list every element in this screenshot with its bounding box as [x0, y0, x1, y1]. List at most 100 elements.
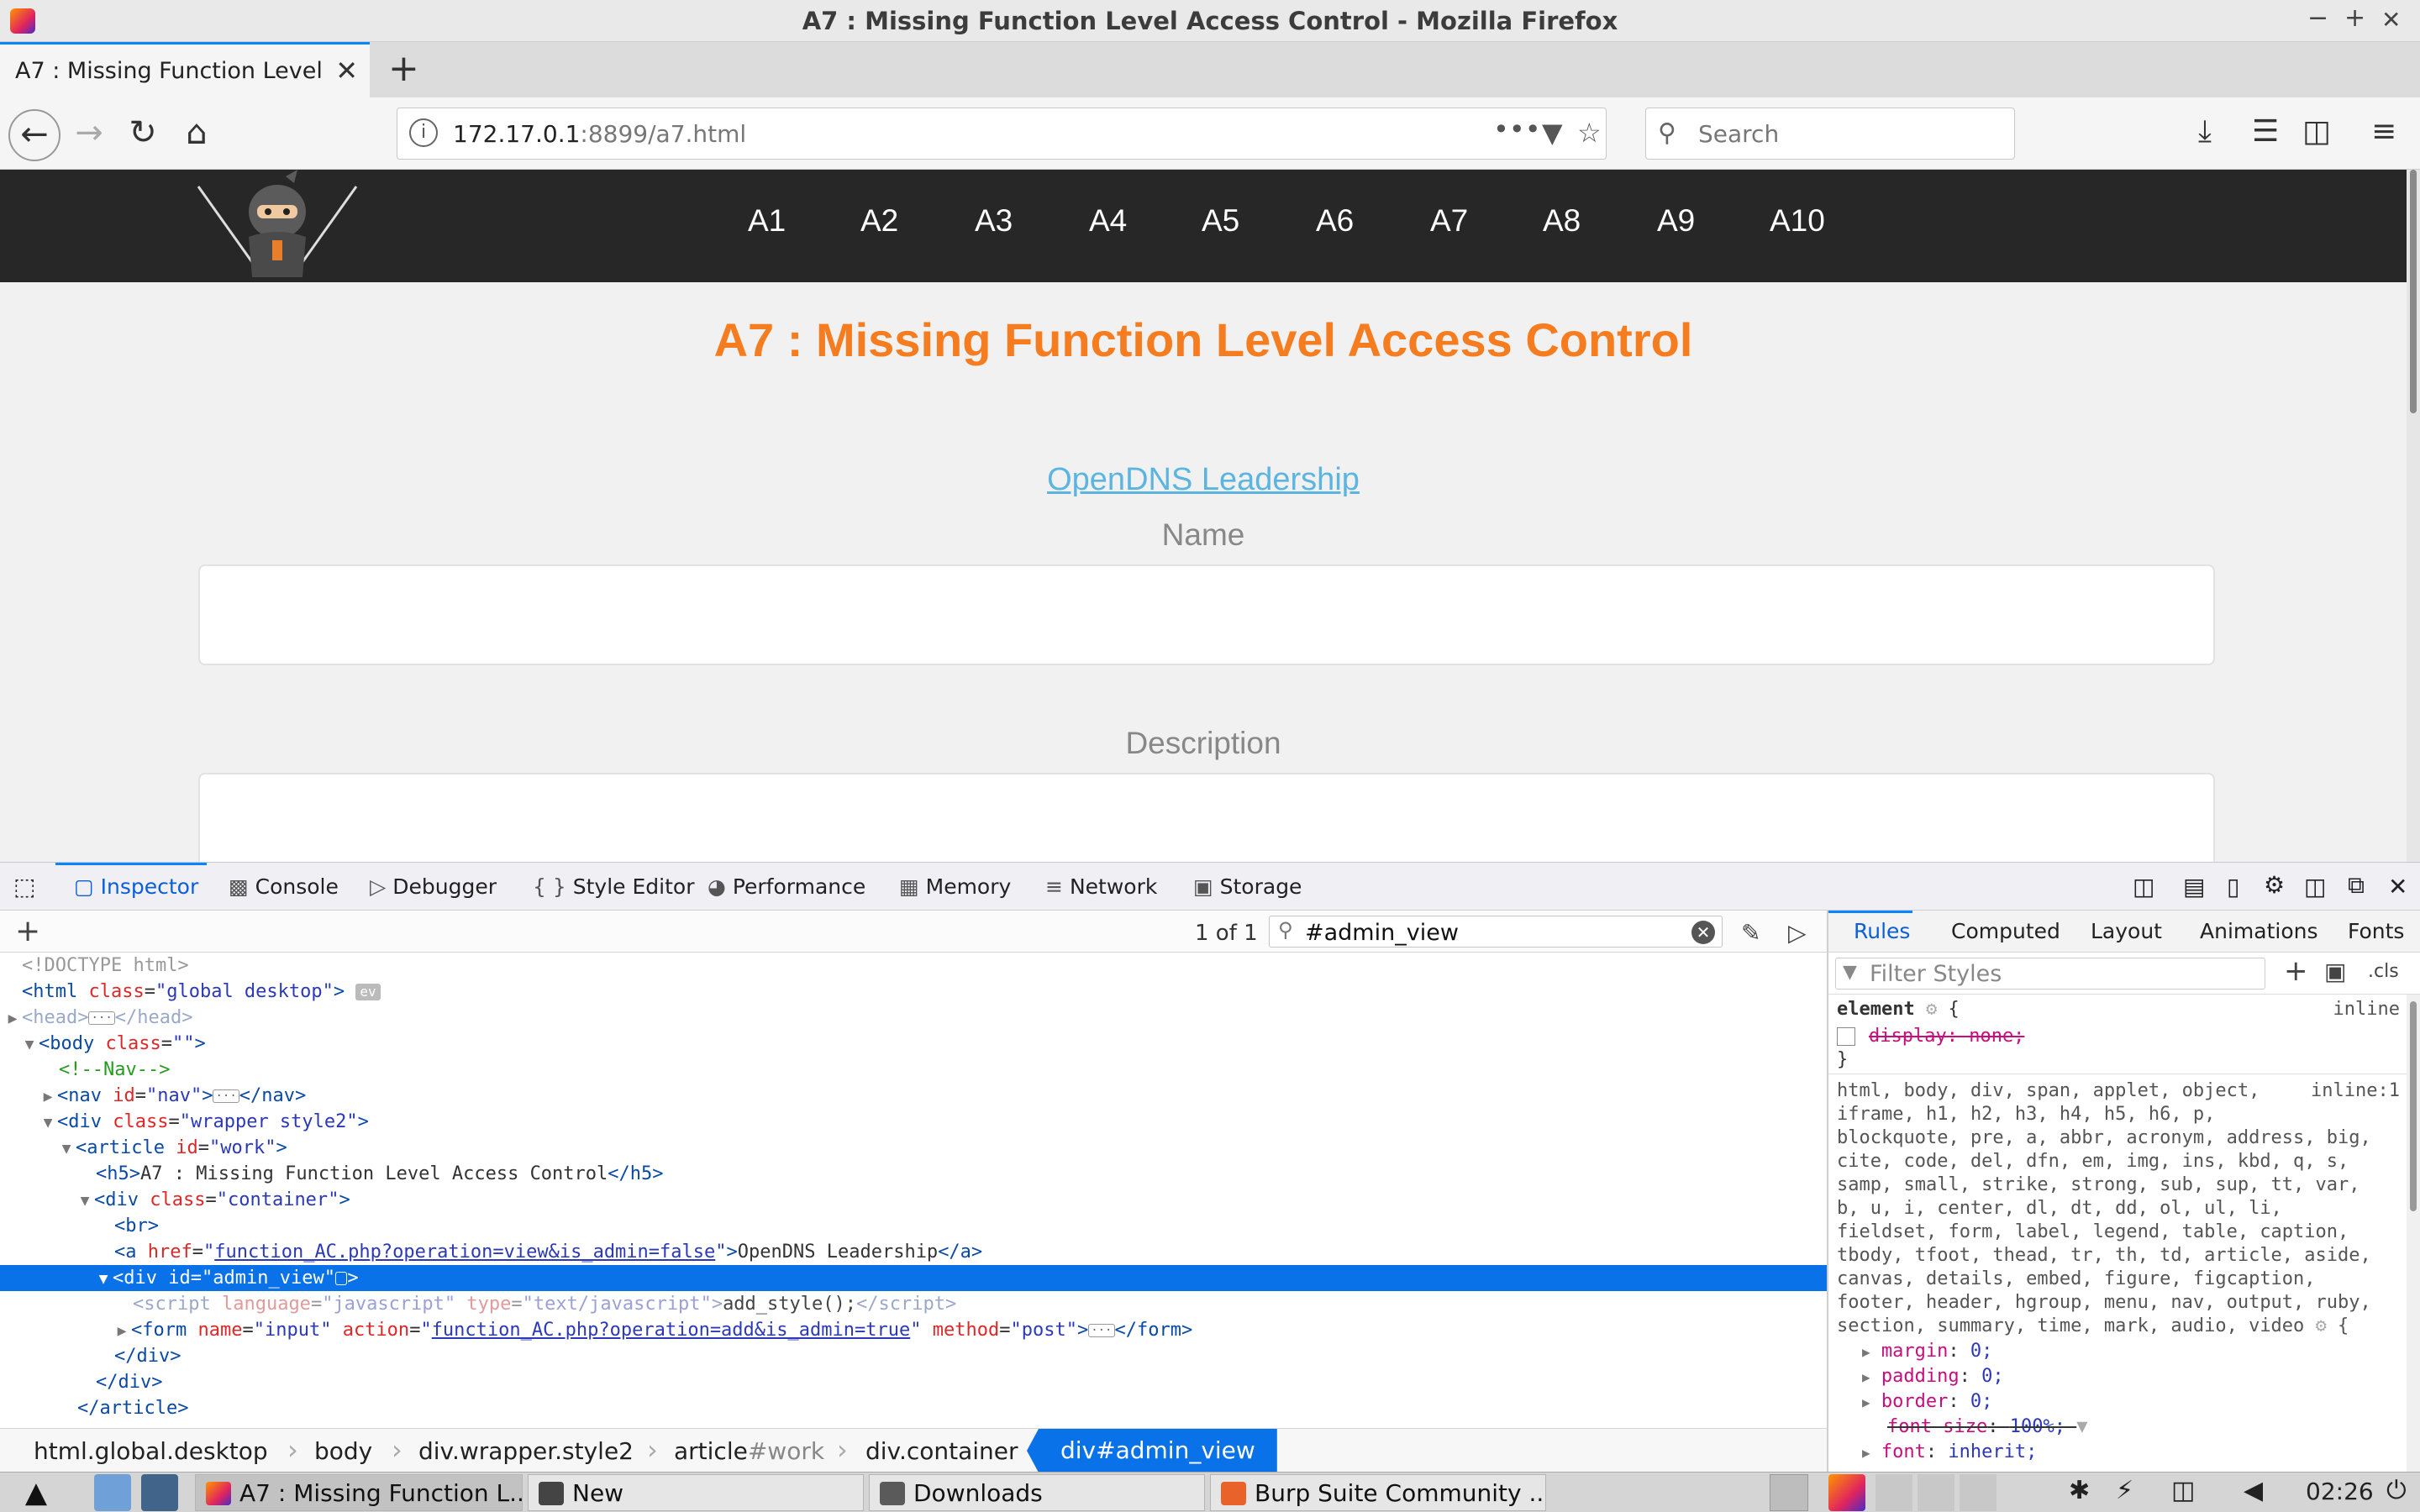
eyedropper-icon[interactable]: ✎ — [1741, 919, 1760, 947]
nav-link-a6[interactable]: A6 — [1316, 203, 1354, 239]
file-manager-launcher-icon[interactable] — [94, 1474, 131, 1511]
tab-console[interactable]: ▩ Console — [229, 874, 339, 899]
site-info-icon[interactable]: i — [409, 118, 438, 147]
tab-rules[interactable]: Rules — [1854, 919, 1910, 943]
markup-node-div-close[interactable]: </div> — [0, 1343, 1827, 1369]
expand-toggle-icon[interactable]: ▶ — [113, 1318, 131, 1344]
markup-node-body[interactable]: ▼ <body class=""> — [0, 1031, 1827, 1057]
power-icon[interactable]: ⏻ — [2386, 1476, 2407, 1505]
rule-source[interactable]: inline:1 — [2307, 1079, 2400, 1103]
markup-node-admin-view-selected[interactable]: ▼ <div id="admin_view" > — [0, 1265, 1827, 1291]
tab-layout[interactable]: Layout — [2091, 919, 2162, 943]
filter-styles-input[interactable]: ▼ Filter Styles — [1835, 958, 2265, 990]
layout-dock-icon[interactable]: ◫ — [2133, 873, 2154, 900]
breadcrumb-selected[interactable]: div#admin_view — [1027, 1429, 1277, 1473]
minimize-button[interactable]: − — [2307, 3, 2328, 33]
url-text[interactable]: 172.17.0.1:8899/a7.html — [453, 120, 746, 148]
markup-node-html[interactable]: <html class="global desktop"> ev — [0, 979, 1827, 1005]
markup-node-script[interactable]: <script language="javascript" type="text… — [0, 1291, 1827, 1317]
markup-href-link[interactable]: function_AC.php?operation=view&is_admin=… — [214, 1242, 715, 1263]
close-devtools-icon[interactable]: ✕ — [2388, 873, 2407, 900]
forward-button[interactable]: → — [64, 109, 114, 160]
url-bar[interactable]: i 172.17.0.1:8899/a7.html ••• ▼ ☆ — [397, 108, 1607, 160]
rule-source[interactable]: inline — [2307, 998, 2400, 1021]
expand-toggle-icon[interactable]: ▶ — [1862, 1344, 1870, 1360]
declaration-row[interactable]: ▶ margin: 0; — [1862, 1340, 2407, 1364]
nav-link-a5[interactable]: A5 — [1202, 203, 1239, 239]
event-badge[interactable]: ev — [355, 984, 381, 1000]
collapse-toggle-icon[interactable]: ▼ — [57, 1136, 76, 1162]
toggle-sidebar-icon[interactable]: ▷ — [1788, 919, 1807, 947]
breadcrumb-article[interactable]: article#work — [674, 1437, 824, 1465]
workspace-empty[interactable] — [1918, 1474, 1954, 1511]
tab-inspector[interactable]: ▢ Inspector — [74, 874, 198, 899]
taskbar-firefox[interactable]: A7 : Missing Function L... — [195, 1474, 523, 1511]
declaration-row[interactable]: ▶ font: inherit; — [1862, 1441, 2407, 1465]
rules-scrollbar[interactable] — [2407, 995, 2420, 1472]
sidebar-icon[interactable]: ◫ — [2302, 114, 2331, 149]
expand-toggle-icon[interactable]: ▶ — [1862, 1369, 1870, 1385]
name-input[interactable] — [198, 564, 2215, 665]
tab-performance[interactable]: ◕ Performance — [708, 874, 865, 899]
markup-node-wrapper-div[interactable]: ▼ <div class="wrapper style2"> — [0, 1109, 1827, 1135]
reload-button[interactable]: ↻ — [118, 109, 168, 160]
nav-link-a9[interactable]: A9 — [1657, 203, 1695, 239]
markup-search-input[interactable]: ⚲ #admin_view ✕ — [1269, 916, 1723, 948]
markup-node-form[interactable]: ▶ <form name="input" action="function_AC.… — [0, 1317, 1827, 1343]
description-input[interactable] — [198, 773, 2215, 862]
page-scrollbar[interactable] — [2407, 170, 2420, 862]
settings-gear-icon[interactable]: ⚙ — [2264, 871, 2285, 899]
workspace-firefox-icon[interactable] — [1828, 1474, 1865, 1511]
nav-link-a3[interactable]: A3 — [975, 203, 1013, 239]
tab-style-editor[interactable]: { } Style Editor — [533, 874, 695, 899]
split-console-icon[interactable]: ▤ — [2183, 873, 2205, 900]
markup-node-h5[interactable]: <h5>A7 : Missing Function Level Access C… — [0, 1161, 1827, 1187]
network-icon[interactable]: ◫ — [2171, 1476, 2195, 1505]
bookmark-star-icon[interactable]: ☆ — [1577, 117, 1602, 149]
collapse-toggle-icon[interactable]: ▼ — [39, 1110, 57, 1136]
markup-node-comment[interactable]: <!--Nav--> — [0, 1057, 1827, 1083]
add-node-button[interactable]: + — [15, 914, 40, 948]
breadcrumb-container[interactable]: div.container — [865, 1437, 1018, 1465]
opendns-leadership-link[interactable]: OpenDNS Leadership — [0, 462, 2407, 498]
page-scrollbar-thumb[interactable] — [2410, 170, 2417, 413]
markup-node-container-div[interactable]: ▼ <div class="container"> — [0, 1187, 1827, 1213]
tab-close-icon[interactable]: ✕ — [335, 55, 358, 87]
taskbar-new[interactable]: New — [528, 1474, 864, 1511]
collapse-toggle-icon[interactable]: ▼ — [94, 1266, 113, 1292]
tab-memory[interactable]: ▦ Memory — [899, 874, 1011, 899]
tab-animations[interactable]: Animations — [2200, 919, 2317, 943]
downloads-icon[interactable]: ⤓ — [2198, 114, 2212, 150]
desktop-workspace-icon[interactable] — [1770, 1474, 1808, 1511]
start-menu-icon[interactable]: ▲ — [15, 1474, 57, 1511]
toggle-classes-button[interactable]: .cls — [2368, 961, 2399, 982]
nav-link-a10[interactable]: A10 — [1770, 203, 1825, 239]
app-launcher-icon[interactable] — [141, 1474, 178, 1511]
add-rule-button[interactable]: + — [2284, 954, 2308, 988]
markup-node-head[interactable]: ▶ <head> ··· </head> — [0, 1005, 1827, 1031]
taskbar-burp[interactable]: Burp Suite Community ... — [1210, 1474, 1546, 1511]
page-actions-icon[interactable]: ••• — [1493, 113, 1541, 145]
workspace-empty[interactable] — [1960, 1474, 1996, 1511]
declaration-row[interactable]: ▶ border: 0; — [1862, 1390, 2407, 1415]
expand-toggle-icon[interactable]: ▶ — [39, 1084, 57, 1110]
workspace-empty[interactable] — [1876, 1474, 1912, 1511]
expand-toggle-icon[interactable]: ▶ — [3, 1005, 22, 1032]
markup-node-article[interactable]: ▼ <article id="work"> — [0, 1135, 1827, 1161]
nav-link-a8[interactable]: A8 — [1543, 203, 1581, 239]
collapse-toggle-icon[interactable]: ▼ — [20, 1032, 39, 1058]
responsive-design-icon[interactable]: ▯ — [2227, 873, 2239, 900]
nav-link-a2[interactable]: A2 — [860, 203, 898, 239]
clear-search-button[interactable]: ✕ — [1691, 921, 1715, 944]
highlight-node-icon[interactable]: ⚙ — [1926, 999, 1937, 1020]
element-picker-icon[interactable]: ⬚ — [13, 873, 35, 900]
breadcrumb-html[interactable]: html.global.desktop — [34, 1437, 268, 1465]
pocket-icon[interactable]: ▼ — [1542, 117, 1563, 149]
markup-node-article-close[interactable]: </article> — [0, 1395, 1827, 1421]
back-button[interactable]: ← — [8, 109, 60, 161]
dock-side-icon[interactable]: ◫ — [2304, 873, 2326, 900]
tab-fonts[interactable]: Fonts — [2348, 919, 2404, 943]
declaration-row-overridden[interactable]: font-size: 100%; ▼ — [1887, 1415, 2407, 1439]
menu-icon[interactable]: ≡ — [2371, 114, 2396, 149]
markup-form-action-link[interactable]: function_AC.php?operation=add&is_admin=t… — [432, 1320, 911, 1341]
